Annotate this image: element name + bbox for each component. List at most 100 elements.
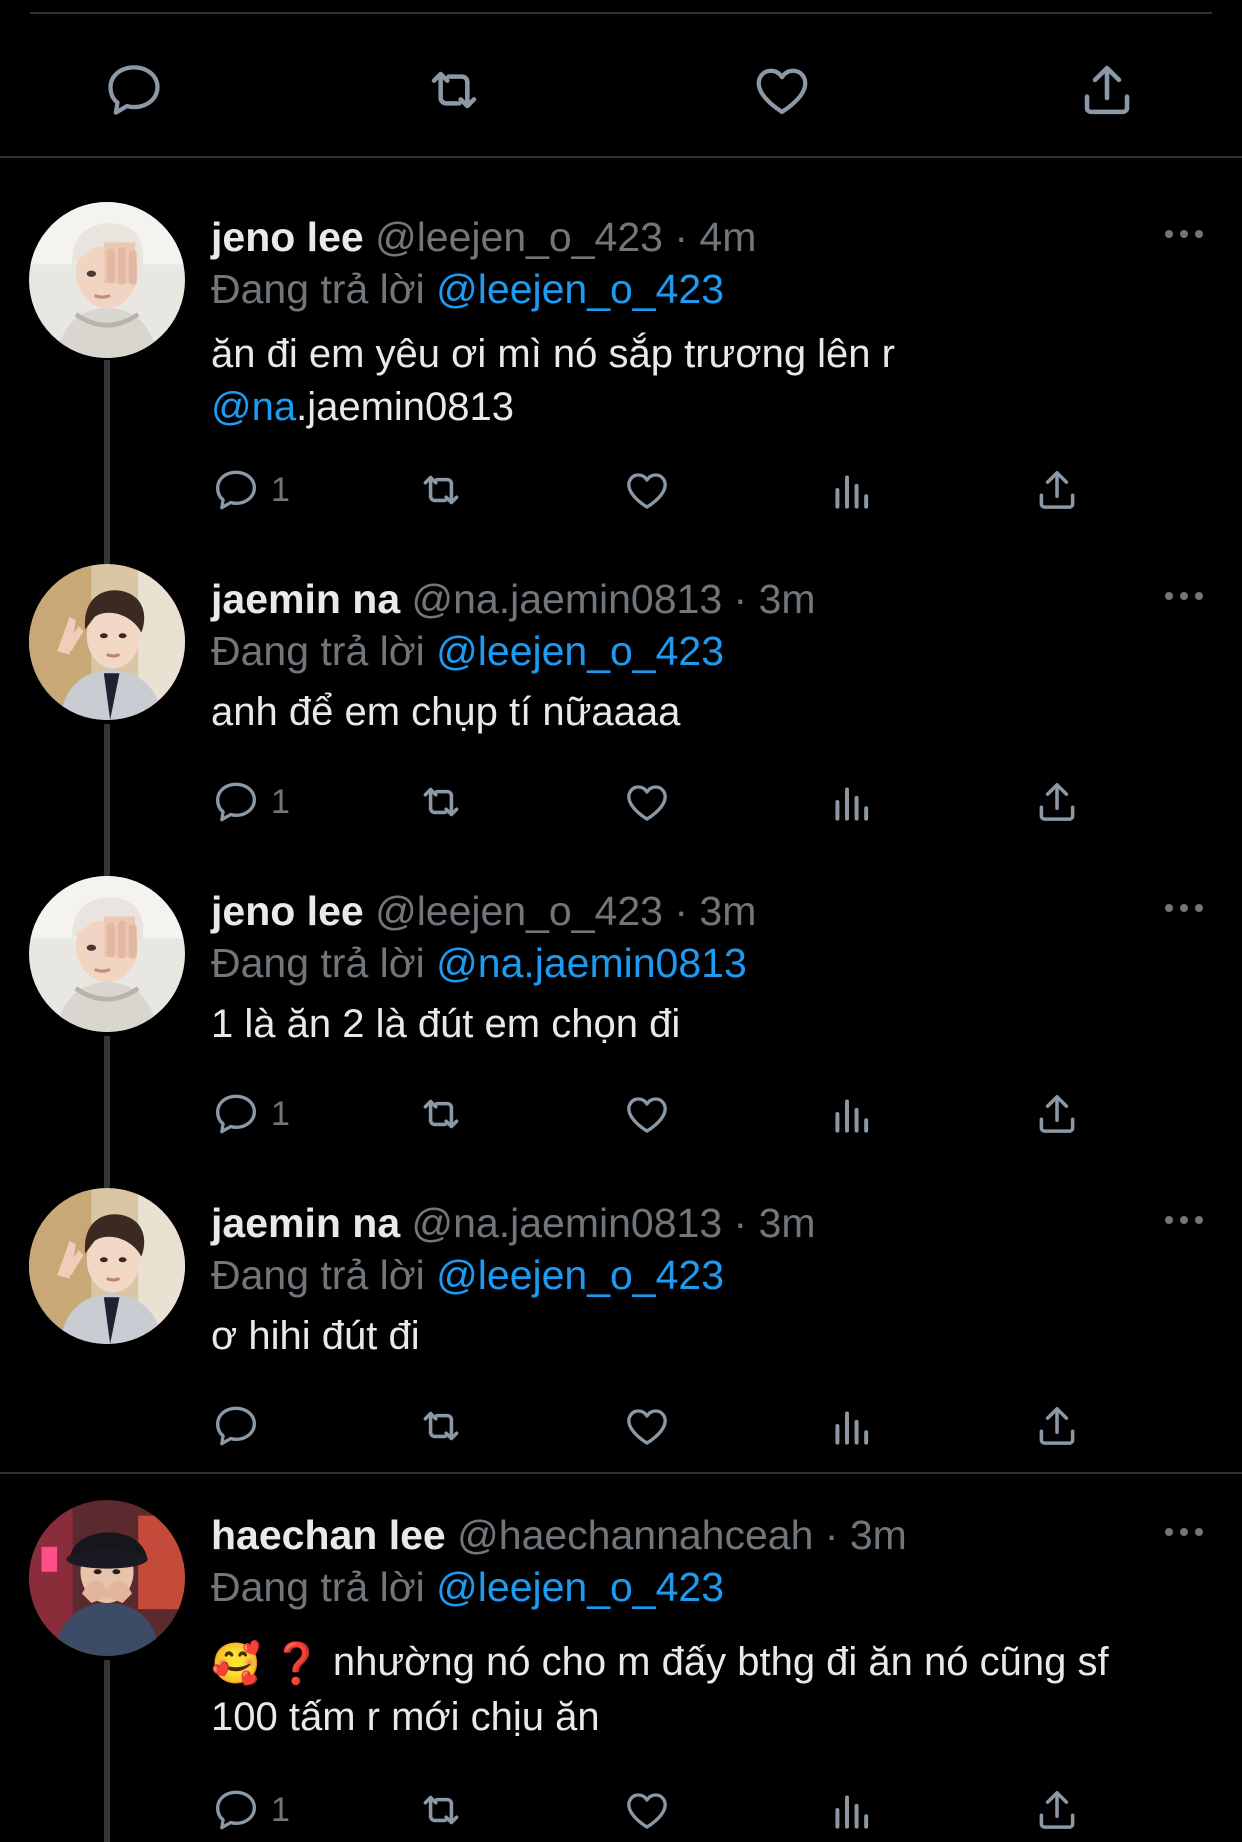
timestamp[interactable]: 4m xyxy=(699,214,756,260)
share-icon[interactable] xyxy=(1032,1401,1082,1451)
heart-icon[interactable] xyxy=(622,1785,672,1835)
separator: · xyxy=(824,1512,839,1558)
avatar[interactable] xyxy=(29,564,185,720)
user-handle[interactable]: @leejen_o_423 xyxy=(375,888,663,934)
mention-link[interactable]: @leejen_o_423 xyxy=(436,628,724,674)
share-button[interactable] xyxy=(1032,1780,1082,1840)
display-name[interactable]: jeno lee xyxy=(211,214,364,260)
thread-line xyxy=(104,1660,110,1842)
views-icon[interactable] xyxy=(827,1785,877,1835)
retweet-icon[interactable] xyxy=(422,58,486,122)
avatar[interactable] xyxy=(29,876,185,1032)
mention-link[interactable]: @na xyxy=(211,385,296,429)
heart-icon[interactable] xyxy=(750,58,814,122)
share-icon[interactable] xyxy=(1032,777,1082,827)
avatar[interactable] xyxy=(29,1500,185,1656)
like-button[interactable] xyxy=(622,772,672,832)
views-icon[interactable] xyxy=(827,1089,877,1139)
user-handle[interactable]: @na.jaemin0813 xyxy=(412,1200,723,1246)
avatar[interactable] xyxy=(29,1188,185,1344)
main-tweet-actions xyxy=(0,40,1242,130)
retweet-icon[interactable] xyxy=(416,1089,466,1139)
reply-button[interactable]: 1 xyxy=(211,1084,290,1144)
tweet-actions: 1 xyxy=(211,460,1111,520)
views-button[interactable] xyxy=(827,1780,877,1840)
more-icon[interactable] xyxy=(1164,224,1204,244)
avatar[interactable] xyxy=(29,202,185,358)
timestamp[interactable]: 3m xyxy=(850,1512,907,1558)
reply-icon[interactable] xyxy=(211,1089,261,1139)
more-icon[interactable] xyxy=(1164,898,1204,918)
reply-icon[interactable] xyxy=(211,465,261,515)
reply-button[interactable]: 1 xyxy=(211,460,290,520)
display-name[interactable]: jaemin na xyxy=(211,1200,400,1246)
reply-count: 1 xyxy=(271,1094,290,1133)
retweet-icon[interactable] xyxy=(416,1785,466,1835)
replying-to-label: Đang trả lời xyxy=(211,266,425,312)
share-icon[interactable] xyxy=(1032,1785,1082,1835)
views-button[interactable] xyxy=(827,772,877,832)
heart-icon[interactable] xyxy=(622,777,672,827)
more-icon[interactable] xyxy=(1164,1210,1204,1230)
timestamp[interactable]: 3m xyxy=(759,576,816,622)
retweet-button[interactable] xyxy=(416,772,466,832)
retweet-icon[interactable] xyxy=(416,1401,466,1451)
like-button[interactable] xyxy=(622,460,672,520)
reply-icon[interactable] xyxy=(211,1401,261,1451)
user-handle[interactable]: @na.jaemin0813 xyxy=(412,576,723,622)
reply-button[interactable] xyxy=(211,1396,271,1456)
reply-button[interactable]: 1 xyxy=(211,772,290,832)
heart-icon[interactable] xyxy=(622,465,672,515)
mention-link[interactable]: @leejen_o_423 xyxy=(436,1564,724,1610)
user-handle[interactable]: @haechannahceah xyxy=(457,1512,813,1558)
thread-line xyxy=(104,360,110,570)
more-icon[interactable] xyxy=(1164,1522,1204,1542)
share-icon[interactable] xyxy=(1032,465,1082,515)
more-icon[interactable] xyxy=(1164,586,1204,606)
user-handle[interactable]: @leejen_o_423 xyxy=(375,214,663,260)
tweet-actions: 1 xyxy=(211,772,1111,832)
share-button[interactable] xyxy=(1032,460,1082,520)
retweet-button[interactable] xyxy=(416,460,466,520)
timestamp[interactable]: 3m xyxy=(759,1200,816,1246)
tweet-text-fragment: .jaemin0813 xyxy=(296,385,515,429)
top-divider xyxy=(30,12,1212,14)
retweet-button[interactable] xyxy=(416,1084,466,1144)
views-button[interactable] xyxy=(827,460,877,520)
tweet-actions: 1 xyxy=(211,1084,1111,1144)
reply-icon[interactable] xyxy=(211,1785,261,1835)
timestamp[interactable]: 3m xyxy=(699,888,756,934)
tweet-text: 🥰 ❓ nhường nó cho m đấy bthg đi ăn nó cũ… xyxy=(211,1636,1201,1744)
mention-link[interactable]: @leejen_o_423 xyxy=(436,266,724,312)
display-name[interactable]: jeno lee xyxy=(211,888,364,934)
like-button[interactable] xyxy=(622,1780,672,1840)
retweet-icon[interactable] xyxy=(416,777,466,827)
mention-link[interactable]: @na.jaemin0813 xyxy=(436,940,747,986)
share-button[interactable] xyxy=(1032,1084,1082,1144)
share-button[interactable] xyxy=(1032,1396,1082,1456)
separator: · xyxy=(733,1200,748,1246)
heart-icon[interactable] xyxy=(622,1401,672,1451)
reply-button[interactable]: 1 xyxy=(211,1780,290,1840)
replying-to: Đang trả lời @leejen_o_423 xyxy=(211,1564,724,1611)
share-icon[interactable] xyxy=(1075,58,1139,122)
views-button[interactable] xyxy=(827,1396,877,1456)
share-button[interactable] xyxy=(1032,772,1082,832)
views-icon[interactable] xyxy=(827,777,877,827)
display-name[interactable]: jaemin na xyxy=(211,576,400,622)
share-icon[interactable] xyxy=(1032,1089,1082,1139)
reply-icon[interactable] xyxy=(102,58,166,122)
retweet-button[interactable] xyxy=(416,1780,466,1840)
tweet-text-line: ăn đi em yêu ơi mì nó sắp trương lên r xyxy=(211,332,895,376)
mention-link[interactable]: @leejen_o_423 xyxy=(436,1252,724,1298)
like-button[interactable] xyxy=(622,1396,672,1456)
views-button[interactable] xyxy=(827,1084,877,1144)
heart-icon[interactable] xyxy=(622,1089,672,1139)
views-icon[interactable] xyxy=(827,1401,877,1451)
views-icon[interactable] xyxy=(827,465,877,515)
display-name[interactable]: haechan lee xyxy=(211,1512,446,1558)
retweet-icon[interactable] xyxy=(416,465,466,515)
reply-icon[interactable] xyxy=(211,777,261,827)
like-button[interactable] xyxy=(622,1084,672,1144)
retweet-button[interactable] xyxy=(416,1396,466,1456)
